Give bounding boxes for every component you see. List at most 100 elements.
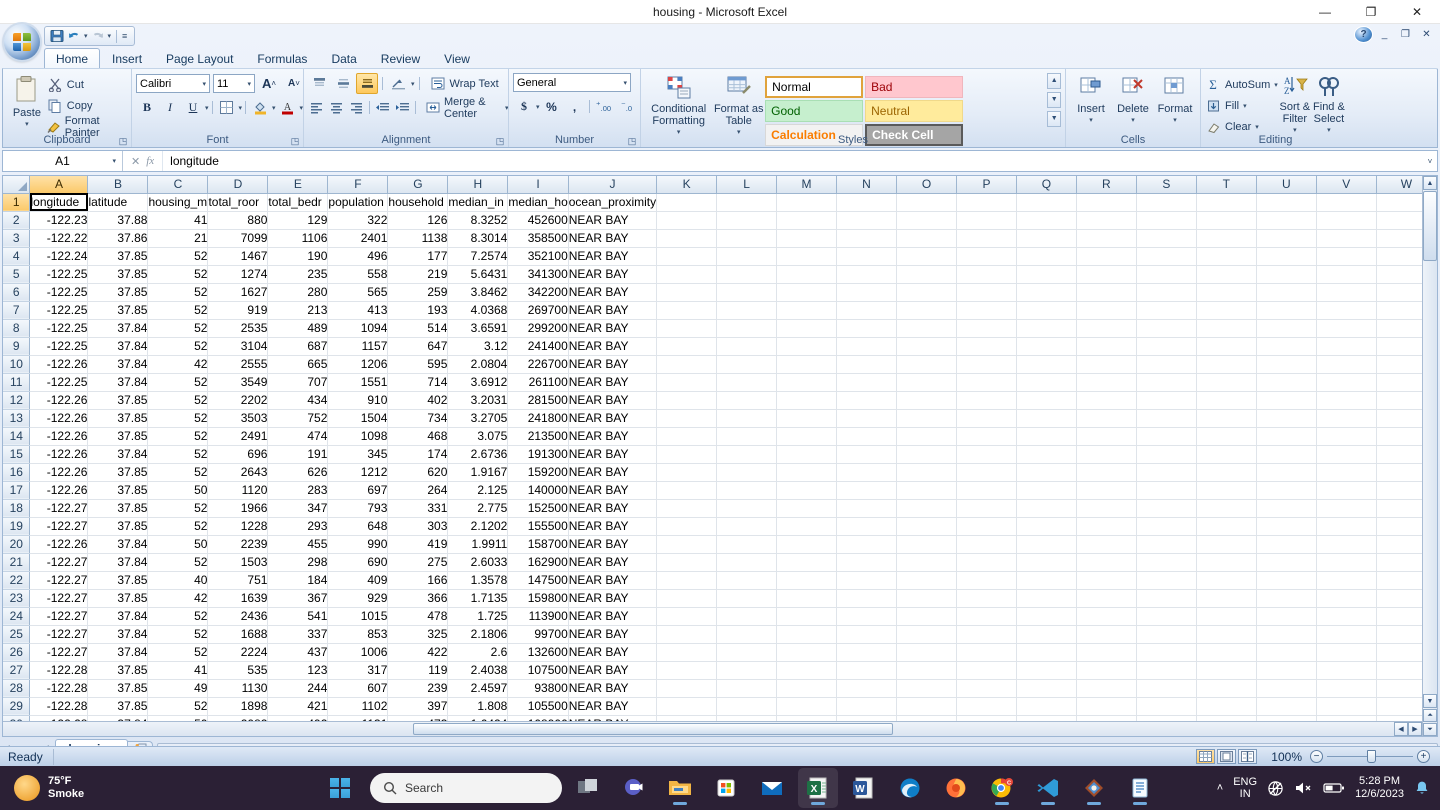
cell-P27[interactable]: [956, 661, 1017, 680]
cell-P18[interactable]: [956, 499, 1017, 518]
cell-H14[interactable]: 3.075: [447, 427, 509, 446]
paste-button[interactable]: Paste ▾: [7, 73, 47, 131]
cell-L6[interactable]: [716, 283, 778, 302]
cell-A9[interactable]: -122.25: [29, 337, 89, 356]
tab-formulas[interactable]: Formulas: [245, 48, 319, 68]
cell-G15[interactable]: 174: [387, 445, 449, 464]
row-header-27[interactable]: 27: [3, 661, 31, 680]
cell-U9[interactable]: [1256, 337, 1317, 356]
cell-H3[interactable]: 8.3014: [447, 229, 509, 248]
column-header-H[interactable]: H: [447, 176, 509, 194]
cell-U1[interactable]: [1256, 193, 1317, 212]
cell-L18[interactable]: [716, 499, 778, 518]
row-header-10[interactable]: 10: [3, 355, 31, 374]
cell-H26[interactable]: 2.6: [447, 643, 509, 662]
cell-S6[interactable]: [1136, 283, 1197, 302]
show-hidden-icons-button[interactable]: ˄: [1217, 782, 1223, 794]
cell-Q11[interactable]: [1016, 373, 1077, 392]
cell-J6[interactable]: NEAR BAY: [568, 283, 658, 302]
cell-R4[interactable]: [1076, 247, 1137, 266]
cell-A23[interactable]: -122.27: [29, 589, 89, 608]
cell-K21[interactable]: [656, 553, 718, 572]
cell-style-good[interactable]: Good: [765, 100, 864, 122]
cell-T21[interactable]: [1196, 553, 1257, 572]
cell-V11[interactable]: [1316, 373, 1377, 392]
name-box-dropdown-arrow[interactable]: ▾: [112, 157, 116, 165]
cell-N11[interactable]: [836, 373, 897, 392]
cell-F15[interactable]: 345: [327, 445, 389, 464]
cell-T26[interactable]: [1196, 643, 1257, 662]
cell-S15[interactable]: [1136, 445, 1197, 464]
cell-O25[interactable]: [896, 625, 957, 644]
row-header-1[interactable]: 1: [3, 193, 31, 212]
taskbar-vscode[interactable]: [1028, 768, 1068, 808]
cell-T23[interactable]: [1196, 589, 1257, 608]
cell-G26[interactable]: 422: [387, 643, 449, 662]
bell-icon[interactable]: [1414, 780, 1430, 796]
cell-L23[interactable]: [716, 589, 778, 608]
weather-widget[interactable]: 75°F Smoke: [0, 775, 330, 801]
cell-I24[interactable]: 113900: [507, 607, 569, 626]
cell-D3[interactable]: 7099: [207, 229, 269, 248]
cell-J18[interactable]: NEAR BAY: [568, 499, 658, 518]
cell-K10[interactable]: [656, 355, 718, 374]
cell-O9[interactable]: [896, 337, 957, 356]
cell-Q9[interactable]: [1016, 337, 1077, 356]
cell-G20[interactable]: 419: [387, 535, 449, 554]
cell-C20[interactable]: 50: [147, 535, 209, 554]
row-header-3[interactable]: 3: [3, 229, 31, 248]
cell-S12[interactable]: [1136, 391, 1197, 410]
cell-U26[interactable]: [1256, 643, 1317, 662]
row-header-18[interactable]: 18: [3, 499, 31, 518]
cell-I3[interactable]: 358500: [507, 229, 569, 248]
cell-V21[interactable]: [1316, 553, 1377, 572]
cell-K6[interactable]: [656, 283, 718, 302]
cell-S1[interactable]: [1136, 193, 1197, 212]
cell-Q18[interactable]: [1016, 499, 1077, 518]
cell-P17[interactable]: [956, 481, 1017, 500]
cell-L14[interactable]: [716, 427, 778, 446]
cell-B15[interactable]: 37.84: [87, 445, 149, 464]
cell-P4[interactable]: [956, 247, 1017, 266]
cell-A27[interactable]: -122.28: [29, 661, 89, 680]
cell-M11[interactable]: [776, 373, 838, 392]
column-header-M[interactable]: M: [776, 176, 838, 194]
cell-I6[interactable]: 342200: [507, 283, 569, 302]
cell-C4[interactable]: 52: [147, 247, 209, 266]
cell-B19[interactable]: 37.85: [87, 517, 149, 536]
cell-S24[interactable]: [1136, 607, 1197, 626]
cell-R11[interactable]: [1076, 373, 1137, 392]
cell-L4[interactable]: [716, 247, 778, 266]
cell-B16[interactable]: 37.85: [87, 463, 149, 482]
cell-T8[interactable]: [1196, 319, 1257, 338]
cell-Q14[interactable]: [1016, 427, 1077, 446]
cell-U3[interactable]: [1256, 229, 1317, 248]
cell-D21[interactable]: 1503: [207, 553, 269, 572]
cell-L28[interactable]: [716, 679, 778, 698]
cell-Q13[interactable]: [1016, 409, 1077, 428]
format-cells-dropdown-arrow[interactable]: ▾: [1173, 115, 1177, 127]
cell-S22[interactable]: [1136, 571, 1197, 590]
cell-S2[interactable]: [1136, 211, 1197, 230]
cell-H28[interactable]: 2.4597: [447, 679, 509, 698]
cell-B11[interactable]: 37.84: [87, 373, 149, 392]
cell-L12[interactable]: [716, 391, 778, 410]
cell-U17[interactable]: [1256, 481, 1317, 500]
normal-view-button[interactable]: [1196, 749, 1216, 764]
cell-D2[interactable]: 880: [207, 211, 269, 230]
cell-G25[interactable]: 325: [387, 625, 449, 644]
cell-R6[interactable]: [1076, 283, 1137, 302]
cell-F20[interactable]: 990: [327, 535, 389, 554]
align-middle-button[interactable]: [332, 73, 354, 94]
cell-O16[interactable]: [896, 463, 957, 482]
cell-G21[interactable]: 275: [387, 553, 449, 572]
cell-G11[interactable]: 714: [387, 373, 449, 392]
cell-K20[interactable]: [656, 535, 718, 554]
cell-F14[interactable]: 1098: [327, 427, 389, 446]
cell-I5[interactable]: 341300: [507, 265, 569, 284]
insert-cells-dropdown-arrow[interactable]: ▾: [1089, 115, 1093, 127]
cell-I26[interactable]: 132600: [507, 643, 569, 662]
taskbar-gimp[interactable]: [1074, 768, 1114, 808]
cell-A26[interactable]: -122.27: [29, 643, 89, 662]
cell-N20[interactable]: [836, 535, 897, 554]
